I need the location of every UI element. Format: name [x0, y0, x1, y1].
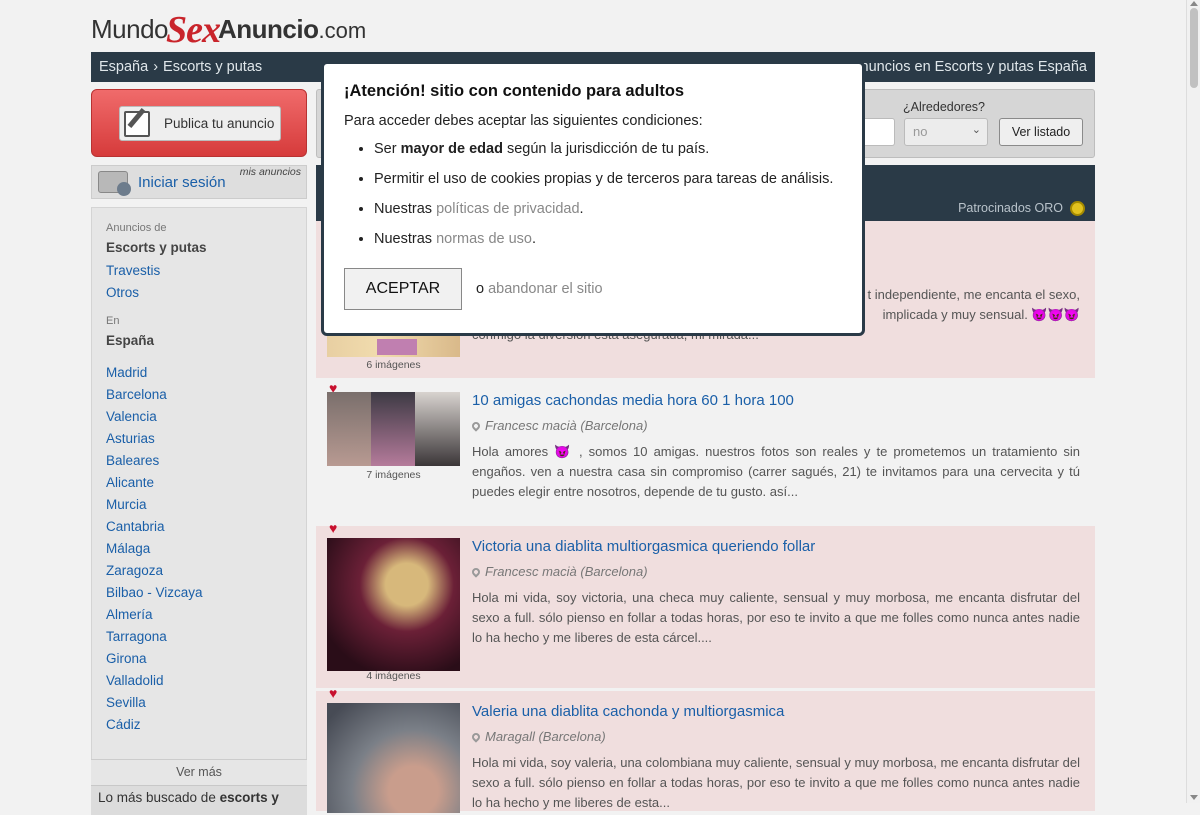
surroundings-value: no [913, 124, 928, 139]
city-link[interactable]: Murcia [106, 496, 306, 518]
page-scrollbar[interactable] [1186, 0, 1200, 803]
image-count: 7 imágenes [366, 469, 421, 481]
page-heading-right: Anuncios en Escorts y putas España [850, 59, 1087, 75]
listing-location-text: Francesc macià (Barcelona) [485, 564, 648, 579]
city-link[interactable]: Madrid [106, 364, 306, 386]
listing-thumbnail[interactable] [327, 392, 460, 466]
scroll-up-icon[interactable] [1190, 1, 1198, 6]
city-link[interactable]: Cádiz [106, 716, 306, 738]
modal-intro: Para acceder debes aceptar las siguiente… [344, 113, 703, 129]
surroundings-label: ¿Alrededores? [903, 100, 985, 114]
logo-part-sex: Sex [166, 9, 221, 51]
heart-icon[interactable]: ♥ [329, 686, 337, 700]
city-link[interactable]: Valladolid [106, 672, 306, 694]
condition-terms: Nuestras normas de uso. [374, 229, 842, 259]
listing-description: Hola mi vida, soy valeria, una colombian… [472, 755, 1080, 810]
city-link[interactable]: Zaragoza [106, 562, 306, 584]
my-ads-link[interactable]: mis anuncios [240, 166, 301, 178]
chevron-down-icon: ⌄ [971, 124, 981, 136]
city-link[interactable]: Málaga [106, 540, 306, 562]
listing-card[interactable]: ♥ Valeria una diablita cachonda y multio… [316, 686, 1095, 813]
see-more-button[interactable]: Ver más [91, 759, 307, 785]
map-pin-icon [470, 566, 482, 578]
listing-location-text: Maragall (Barcelona) [485, 729, 606, 744]
modal-title: ¡Atención! sitio con contenido para adul… [344, 82, 685, 100]
listing-description: Hola amores 😈 , somos 10 amigas. nuestro… [472, 444, 1080, 499]
login-label: Iniciar sesión [138, 173, 226, 191]
scroll-down-icon[interactable] [1190, 795, 1198, 800]
city-link[interactable]: Bilbao - Vizcaya [106, 584, 306, 606]
city-link[interactable]: Cantabria [106, 518, 306, 540]
most-searched-heading: Lo más buscado de escorts y [91, 785, 307, 815]
edit-icon [124, 110, 150, 137]
publish-panel: Publica tu anuncio [91, 89, 307, 157]
heart-icon[interactable]: ♥ [329, 521, 337, 535]
leave-site-link[interactable]: abandonar el sitio [488, 281, 602, 297]
listing-location: Francesc macià (Barcelona) [470, 564, 648, 579]
logo-part-mundo: Mundo [91, 14, 169, 44]
map-pin-icon [470, 731, 482, 743]
listing-title-link[interactable]: 10 amigas cachondas media hora 60 1 hora… [472, 392, 794, 409]
location-current: España [106, 333, 155, 348]
condition-privacy: Nuestras políticas de privacidad. [374, 199, 842, 229]
listing-description: Hola mi vida, soy victoria, una checa mu… [472, 590, 1080, 645]
category-link-travestis[interactable]: Travestis [106, 262, 306, 284]
login-button[interactable]: Iniciar sesión mis anuncios [91, 165, 307, 199]
conditions-list: Ser mayor de edad según la jurisdicción … [344, 139, 842, 259]
listing-thumbnail[interactable] [327, 703, 460, 813]
publish-ad-button[interactable]: Publica tu anuncio [119, 106, 281, 141]
listing-thumbnail[interactable] [327, 538, 460, 671]
city-link[interactable]: Baleares [106, 452, 306, 474]
adult-warning-modal: ¡Atención! sitio con contenido para adul… [321, 61, 865, 336]
modal-actions: ACEPTAR o abandonar el sitio [344, 268, 603, 310]
image-count: 6 imágenes [366, 359, 421, 371]
view-listing-button[interactable]: Ver listado [999, 118, 1083, 146]
condition-cookies: Permitir el uso de cookies propias y de … [374, 169, 842, 199]
image-count: 4 imágenes [366, 670, 421, 682]
sponsored-label: Patrocinados ORO [958, 201, 1063, 215]
city-link[interactable]: Tarragona [106, 628, 306, 650]
breadcrumb-home[interactable]: España [99, 59, 148, 75]
city-link[interactable]: Alicante [106, 474, 306, 496]
user-card-icon [98, 171, 131, 196]
listing-card[interactable]: ♥ 4 imágenes Victoria una diablita multi… [316, 521, 1095, 688]
category-caption: Anuncios de [106, 222, 167, 234]
privacy-policy-link[interactable]: políticas de privacidad [436, 201, 579, 217]
city-link[interactable]: Girona [106, 650, 306, 672]
city-link[interactable]: Barcelona [106, 386, 306, 408]
location-caption: En [106, 315, 120, 327]
breadcrumb-section[interactable]: Escorts y putas [163, 59, 262, 75]
city-link[interactable]: Valencia [106, 408, 306, 430]
condition-age: Ser mayor de edad según la jurisdicción … [374, 139, 842, 169]
surroundings-select[interactable]: no ⌄ [904, 118, 988, 146]
city-link[interactable]: Sevilla [106, 694, 306, 716]
or-text: o [476, 281, 485, 297]
site-logo[interactable]: Mundo Sex Anuncio .com [91, 4, 367, 51]
listing-title-link[interactable]: Valeria una diablita cachonda y multiorg… [472, 703, 784, 720]
listing-location-text: Francesc macià (Barcelona) [485, 418, 648, 433]
listing-title-link[interactable]: Victoria una diablita multiorgasmica que… [472, 538, 815, 555]
gold-badge-icon [1070, 201, 1085, 216]
logo-part-domain: .com [318, 18, 367, 43]
breadcrumb-separator: › [153, 59, 159, 75]
breadcrumb: España › Escorts y putas [99, 59, 262, 75]
map-pin-icon [470, 420, 482, 432]
listing-location: Maragall (Barcelona) [470, 729, 606, 744]
sidebar: Anuncios de Escorts y putas Travestis Ot… [91, 207, 307, 807]
accept-button[interactable]: ACEPTAR [344, 268, 462, 310]
terms-of-use-link[interactable]: normas de uso [436, 231, 532, 247]
logo-part-anuncio: Anuncio [218, 14, 319, 44]
category-link-otros[interactable]: Otros [106, 284, 306, 306]
city-link[interactable]: Asturias [106, 430, 306, 452]
listing-location: Francesc macià (Barcelona) [470, 418, 648, 433]
publish-ad-label: Publica tu anuncio [164, 116, 275, 131]
listing-card[interactable]: ♥ 7 imágenes 10 amigas cachondas media h… [316, 381, 1095, 518]
city-link[interactable]: Almería [106, 606, 306, 628]
category-current: Escorts y putas [106, 240, 207, 255]
scrollbar-thumb[interactable] [1190, 8, 1198, 88]
